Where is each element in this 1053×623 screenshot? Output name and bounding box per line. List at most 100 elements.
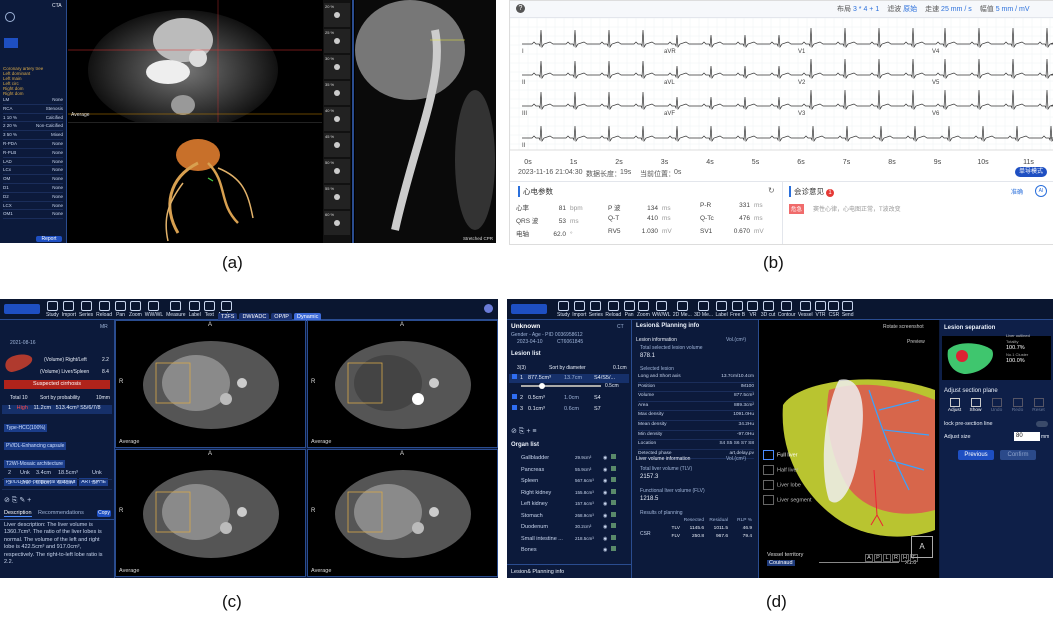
slider-knob[interactable] [539, 383, 545, 389]
size-filter[interactable]: 10mm [96, 395, 110, 401]
organ-row[interactable]: Pancreas 55.9cm³ ◉ [509, 465, 629, 478]
tool-reload[interactable]: Reload [96, 301, 112, 318]
visibility-icon[interactable]: ◉ [603, 501, 611, 507]
tool-3d-me-[interactable]: 3D Me... [694, 301, 713, 318]
segment-option[interactable]: Liver lobe [763, 480, 823, 495]
opinion-link[interactable]: 准确 [1011, 187, 1023, 196]
tool-vr[interactable]: VR [747, 301, 759, 318]
cross-section-thumb[interactable]: 40 % [324, 107, 350, 131]
cross-section-thumb[interactable]: 20 % [324, 3, 350, 27]
segment-option[interactable]: Half liver [763, 465, 823, 480]
mr-viewport[interactable]: A R Average [115, 320, 306, 448]
visibility-icon[interactable]: ◉ [603, 478, 611, 484]
main-lesion-row[interactable]: 1 High 11.2cm 513.4cm³ S5/6/7/8 [2, 405, 112, 414]
filter-value[interactable]: 原始 [903, 6, 917, 13]
lesion-checkbox[interactable] [512, 374, 517, 379]
segment-row[interactable]: 1 10 % Calcified [3, 114, 63, 123]
lock-toggle[interactable] [1036, 421, 1048, 427]
cross-section-thumb[interactable]: 60 % [324, 211, 350, 235]
user-icon[interactable] [484, 304, 493, 313]
segment-row[interactable]: D1 None [3, 184, 63, 193]
tool-send[interactable]: Send [842, 301, 854, 318]
series-thumb[interactable] [4, 38, 18, 48]
help-icon[interactable]: ? [516, 4, 525, 13]
tab-recommendations[interactable]: Recommendations [38, 510, 84, 516]
liver-3d-view[interactable]: Rotate screenshot Preview Full liver Half… [759, 320, 939, 578]
curved-mpr-view[interactable]: Stretched CPR [355, 0, 496, 243]
visibility-icon[interactable]: ◉ [603, 455, 611, 461]
tool-study[interactable]: Study [557, 301, 570, 318]
wl-preset[interactable]: Average [311, 568, 331, 574]
cross-section-thumb[interactable]: 35 % [324, 81, 350, 105]
lesion-checkbox[interactable] [512, 405, 517, 410]
previous-button[interactable]: Previous [958, 450, 994, 460]
organ-row[interactable]: Right kidney 155.8cm³ ◉ [509, 488, 629, 501]
tool-study[interactable]: Study [46, 301, 59, 318]
tool-measure[interactable]: Measure [166, 301, 186, 318]
vessel-territory-value[interactable]: Couinaud [767, 560, 795, 566]
tool-vessel[interactable]: Vessel [798, 301, 813, 318]
tool-3d-cut[interactable]: 3D cut [761, 301, 775, 318]
copy-button[interactable]: Copy [97, 510, 111, 517]
orientation-l[interactable]: L [883, 554, 891, 562]
sort-dropdown[interactable]: Sort by probability [40, 395, 80, 401]
segment-row[interactable]: OM None [3, 175, 63, 184]
mr-viewport[interactable]: A R Average [307, 449, 498, 577]
opinion-text[interactable]: 窦性心律，心电图正常，T波改变 [813, 204, 901, 213]
organ-row[interactable]: Stomach 268.9cm³ ◉ [509, 511, 629, 524]
tool-series[interactable]: Series [79, 301, 93, 318]
tool-import[interactable]: Import [62, 301, 76, 318]
segment-row[interactable]: LCx None [3, 166, 63, 176]
visibility-icon[interactable]: ◉ [603, 467, 611, 473]
tool-2d-me-[interactable]: 2D Me... [673, 301, 692, 318]
confirm-button[interactable]: Confirm [1000, 450, 1036, 460]
segment-row[interactable]: LCX None [3, 202, 63, 211]
ai-icon[interactable]: AI [1035, 185, 1047, 197]
wl-preset[interactable]: Average [119, 568, 139, 574]
vessel-3d-view[interactable] [68, 123, 322, 243]
rotate-screenshot-label[interactable]: Rotate screenshot [883, 324, 924, 330]
lesion-checkbox[interactable] [512, 394, 517, 399]
ecg-chart[interactable]: IaVR V1 V4 II aVL V2 V5 III aVF V3 V6 II 0s 1s 2s 3s 4s 5… [510, 17, 1053, 168]
tool-free-b[interactable]: Free B [730, 301, 745, 318]
gain-value[interactable]: 5 mm / mV [996, 6, 1030, 13]
tool-ww-wl[interactable]: WW/WL [652, 301, 670, 318]
visibility-icon[interactable]: ◉ [603, 536, 611, 542]
segment-row[interactable]: OM1 None [3, 210, 63, 220]
adjust-size-input[interactable]: 80 [1014, 432, 1040, 441]
organ-row[interactable]: Spleen 567.6cm³ ◉ [509, 477, 629, 489]
tool-contour[interactable]: Contour [778, 301, 796, 318]
tool-text[interactable]: Text [203, 301, 215, 318]
orientation-p[interactable]: P [874, 554, 882, 562]
cross-section-thumb[interactable]: 55 % [324, 185, 350, 209]
wl-preset[interactable]: Average [119, 439, 139, 445]
cross-section-strip[interactable]: 20 % 25 % 30 % 35 % 40 % 45 % 50 % 55 % 60 % [323, 0, 351, 243]
tool-ww-wl[interactable]: WW/WL [145, 301, 163, 318]
axial-view[interactable]: Average [68, 0, 322, 130]
adjust-redo[interactable]: Redo [1007, 398, 1028, 413]
axial-wl-label[interactable]: Average [71, 112, 90, 118]
segment-row[interactable]: 2 20 % Non-Calcified [3, 122, 63, 132]
segment-row[interactable]: RCA Stenosis [3, 105, 63, 114]
orientation-r[interactable]: R [892, 554, 900, 562]
tool-zoom[interactable]: Zoom [129, 301, 142, 318]
tool-pan[interactable]: Pan [623, 301, 635, 318]
segment-option[interactable]: Liver segment [763, 495, 823, 510]
single-lead-mode-button[interactable]: 单导模式 [1015, 167, 1047, 177]
orientation-a[interactable]: A [865, 554, 873, 562]
tool-series[interactable]: Series [589, 301, 603, 318]
organ-row[interactable]: Small intestine ... 218.5cm³ ◉ [509, 534, 629, 547]
ct-lesion-row[interactable]: 3 0.1cm³ 0.6cm S7 [509, 405, 629, 414]
lesion-row[interactable]: 3 Unk 0.8cm 0.4cm³ S7 [2, 480, 112, 490]
ct-lesion-row[interactable]: 2 0.5cm³ 1.0cm S4 [509, 394, 629, 403]
wl-preset[interactable]: Average [311, 439, 331, 445]
tool-zoom[interactable]: Zoom [637, 301, 650, 318]
organ-row[interactable]: Left kidney 157.6cm³ ◉ [509, 500, 629, 512]
tab-description[interactable]: Description [4, 510, 32, 517]
segment-row[interactable]: 3 50 % Mixed [3, 131, 63, 140]
adjust-undo[interactable]: Undo [986, 398, 1007, 413]
report-button[interactable]: Report [36, 236, 62, 242]
lesion-row[interactable]: 2 Unk 3.4cm 18.5cm³ Unk [2, 470, 112, 480]
ct-lesion-row[interactable]: 1 877.5cm³ 13.7cm S4/S5/... [509, 374, 629, 383]
size-filter[interactable]: 0.1cm [613, 365, 627, 371]
